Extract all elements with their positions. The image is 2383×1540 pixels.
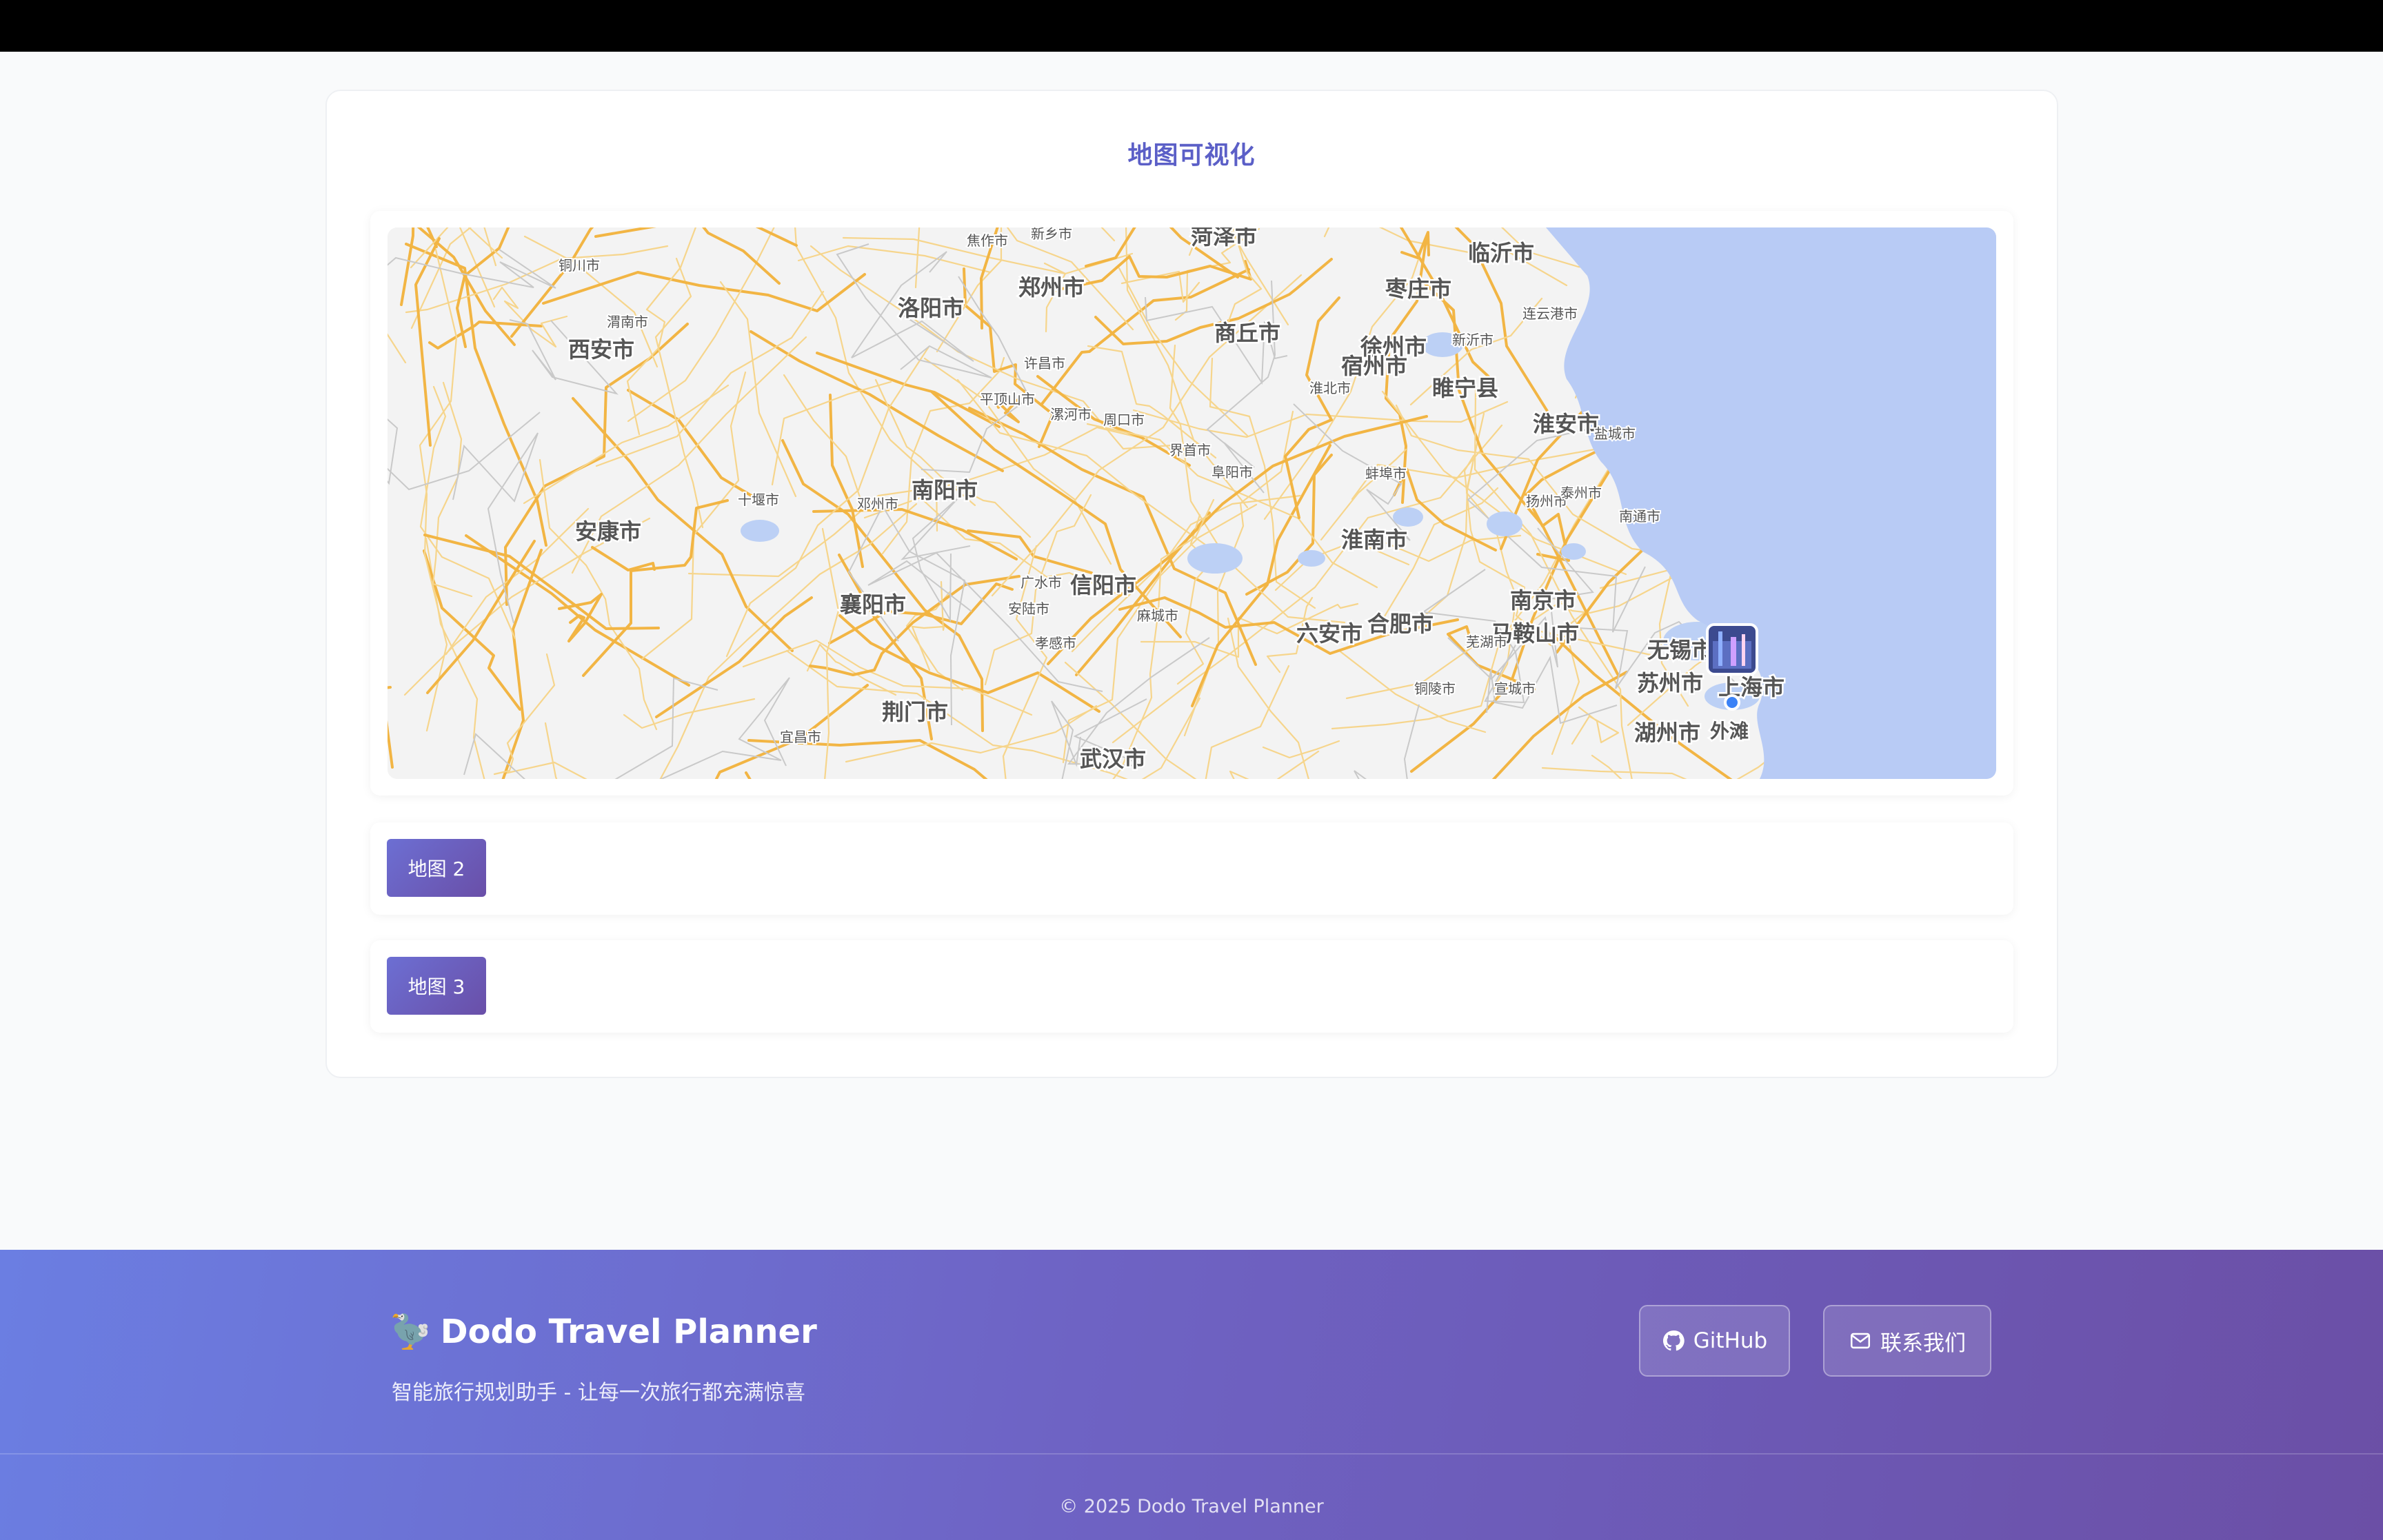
city-label-small: 焦作市 — [967, 232, 1008, 249]
city-label: 淮南市 — [1341, 527, 1407, 553]
city-label-small: 安陆市 — [1008, 600, 1049, 617]
mail-icon — [1850, 1333, 1871, 1349]
city-label: 武汉市 — [1080, 746, 1146, 772]
city-label-small: 阜阳市 — [1211, 464, 1253, 480]
footer-divider — [0, 1453, 2383, 1455]
footer-brand: 🦤 Dodo Travel Planner — [390, 1312, 817, 1352]
map-canvas[interactable]: 菏泽市临沂市枣庄市郑州市洛阳市商丘市西安市 徐州市睢宁县宿州市淮安市南阳市安康市淮… — [388, 227, 1996, 779]
city-label: 合肥市 — [1367, 611, 1434, 637]
city-label: 临沂市 — [1468, 240, 1534, 266]
city-label: 荆门市 — [882, 699, 948, 725]
city-label-small: 南通市 — [1619, 508, 1660, 525]
city-label: 西安市 — [568, 336, 634, 363]
map-2-button[interactable]: 地图 2 — [387, 839, 486, 897]
city-label-small: 广水市 — [1020, 574, 1062, 591]
footer: 🦤 Dodo Travel Planner 智能旅行规划助手 - 让每一次旅行都… — [0, 1250, 2383, 1540]
browser-top-bar — [0, 0, 2383, 52]
city-label-small: 十堰市 — [738, 492, 779, 508]
city-label-small: 周口市 — [1103, 412, 1145, 428]
city-label-small: 孝感市 — [1035, 635, 1076, 651]
poi-label: 外滩 — [1710, 720, 1749, 742]
city-label-small: 渭南市 — [607, 314, 648, 330]
city-label: 六安市 — [1296, 620, 1363, 647]
city-label: 洛阳市 — [898, 295, 964, 321]
city-label-small: 连云港市 — [1522, 305, 1578, 322]
contact-label: 联系我们 — [1880, 1330, 1966, 1356]
map-panel-3: 地图 3 — [370, 940, 2013, 1033]
city-label: 商丘市 — [1214, 320, 1280, 346]
city-label-small: 邓州市 — [857, 496, 898, 512]
brand-name: Dodo Travel Planner — [440, 1312, 817, 1351]
city-label: 襄阳市 — [840, 591, 906, 618]
city-label: 无锡市 — [1647, 637, 1713, 663]
footer-tagline: 智能旅行规划助手 - 让每一次旅行都充满惊喜 — [392, 1381, 805, 1405]
copyright: © 2025 Dodo Travel Planner — [1059, 1496, 1324, 1517]
city-label: 枣庄市 — [1385, 276, 1451, 302]
city-label-small: 铜陵市 — [1414, 680, 1456, 697]
city-label-small: 麻城市 — [1137, 607, 1178, 624]
city-label: 湖州市 — [1634, 720, 1700, 746]
map-view[interactable]: 菏泽市 临沂市 枣庄市 郑州市 洛阳市 商丘市 西安市 徐州市 睢宁县 宿州市 淮安市 南阳市 安康市淮… — [388, 227, 1996, 779]
city-label: 苏州市 — [1637, 670, 1703, 696]
page-title: 地图可视化 — [1127, 141, 1256, 170]
city-label: 安康市 — [575, 518, 641, 545]
city-label: 南京市 — [1510, 587, 1576, 614]
contact-button[interactable]: 联系我们 — [1823, 1305, 1991, 1377]
city-label-small: 泰州市 — [1560, 485, 1602, 501]
github-label: GitHub — [1693, 1328, 1768, 1353]
city-label: 南阳市 — [912, 477, 978, 503]
city-label-small: 宣城市 — [1494, 680, 1536, 697]
city-label-small: 漯河市 — [1050, 406, 1092, 423]
github-icon — [1662, 1330, 1685, 1351]
city-label-small: 许昌市 — [1024, 355, 1065, 372]
dodo-bird-icon: 🦤 — [390, 1313, 431, 1351]
city-label: 宿州市 — [1341, 353, 1407, 379]
city-label-small: 界首市 — [1169, 442, 1211, 458]
city-label-small: 芜湖市 — [1466, 634, 1507, 650]
city-label: 淮安市 — [1533, 411, 1599, 437]
city-label-small: 新沂市 — [1452, 332, 1494, 348]
city-label: 睢宁县 — [1432, 375, 1498, 401]
city-label: 郑州市 — [1018, 274, 1085, 301]
city-label-small: 平顶山市 — [980, 391, 1035, 407]
city-label-small: 盐城市 — [1594, 425, 1636, 442]
map-3-button[interactable]: 地图 3 — [387, 957, 486, 1015]
city-label-small: 蚌埠市 — [1365, 465, 1407, 482]
city-label-small: 宜昌市 — [780, 729, 821, 745]
city-label-small: 铜川市 — [559, 257, 600, 274]
city-label: 信阳市 — [1070, 572, 1136, 598]
github-button[interactable]: GitHub — [1639, 1305, 1790, 1377]
city-label-small: 新乡市 — [1031, 227, 1072, 242]
map-panel-2: 地图 2 — [370, 822, 2013, 915]
city-label: 菏泽市 — [1191, 227, 1257, 250]
city-label-small: 淮北市 — [1309, 380, 1351, 396]
